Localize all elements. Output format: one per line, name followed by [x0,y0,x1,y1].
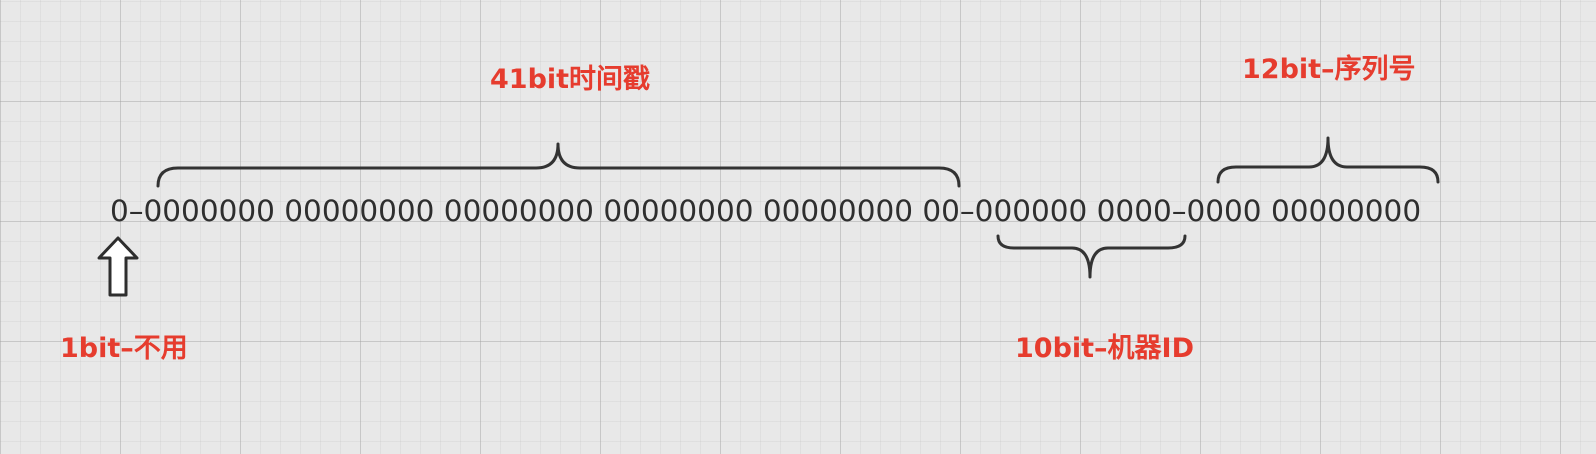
sequence-label: 12bit–序列号 [1242,54,1416,85]
up-arrow-icon [97,236,139,297]
sign-bit-label: 1bit–不用 [60,333,188,364]
machine-id-label: 10bit–机器ID [1015,333,1195,364]
timestamp-label: 41bit时间戳 [490,64,651,95]
sequence-brace [1216,136,1440,184]
machine-id-brace [996,234,1187,279]
timestamp-brace [156,142,961,188]
